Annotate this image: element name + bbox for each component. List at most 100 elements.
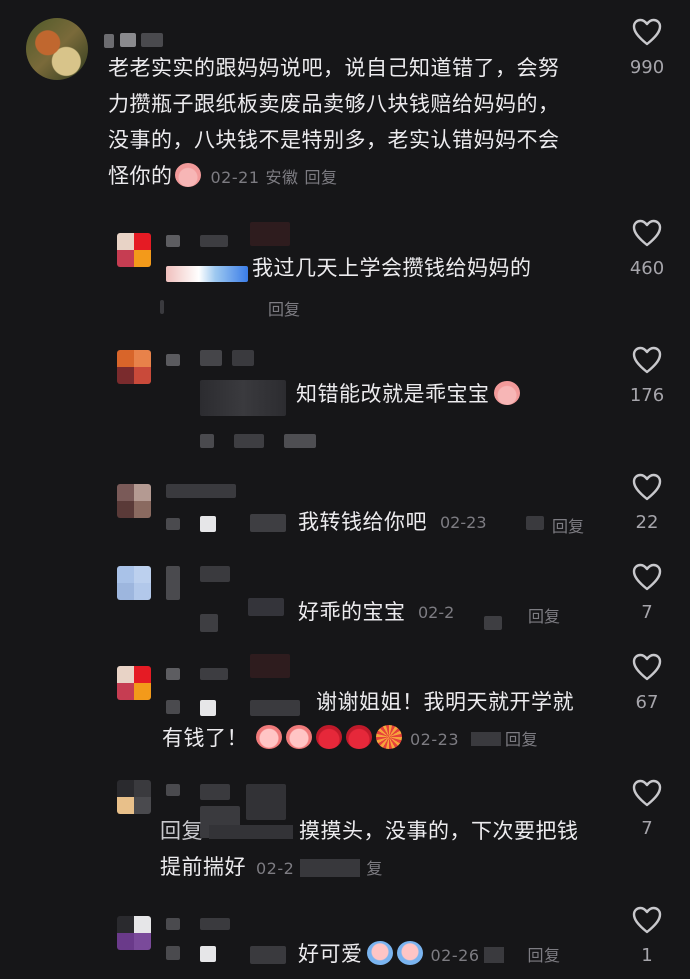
username-redacted [166,918,180,930]
heart-outline-icon[interactable] [632,346,662,374]
crying-face-emoji [396,941,423,965]
reply-button[interactable]: 复 [366,859,383,878]
like-count: 67 [635,692,659,713]
date-redacted [234,434,264,448]
username-redacted [166,668,180,680]
location-redacted [483,947,504,963]
avatar[interactable] [117,916,151,950]
username-redacted [200,918,230,930]
heart-outline-icon[interactable] [632,906,662,934]
avatar[interactable] [117,566,151,600]
reply-prefix: 回复 [160,819,203,843]
comment-line: 没事的，八块钱不是特别多，老实认错妈妈不会 [108,128,560,152]
like-count: 7 [641,602,653,623]
heart-outline-icon[interactable] [632,779,662,807]
comment-location: 安徽 [265,168,299,187]
comment-line: 摸摸头，没事的，下次要把钱 [299,819,579,843]
firework-emoji [376,725,402,749]
username-redacted [166,235,180,247]
username-redacted [166,946,180,960]
comment-text: 我过几天上学会攒钱给妈妈的 [252,256,532,280]
date-redacted [200,434,214,448]
heart-outline-icon[interactable] [632,563,662,591]
pig-face-emoji [493,381,520,405]
username-redacted [166,484,236,498]
username-redacted [120,33,136,47]
strawberry-emoji [346,725,372,749]
avatar[interactable] [117,666,151,700]
heart-outline-icon[interactable] [632,653,662,681]
reply-button[interactable]: 回复 [528,603,560,627]
like-count: 22 [635,512,659,533]
comment-text: 提前揣好 02-2 复 [160,849,383,887]
avatar[interactable] [117,233,151,267]
reply-button[interactable]: 回复 [528,946,561,965]
username-redacted [248,598,284,616]
username-redacted [250,222,290,246]
username-redacted [250,946,286,964]
heart-outline-icon[interactable] [632,473,662,501]
like-count: 176 [629,385,665,406]
comment-line: 知错能改就是乖宝宝 [296,382,490,406]
username-redacted [200,946,216,962]
reply-button[interactable]: 回复 [305,168,338,187]
reply-button[interactable]: 回复 [505,730,538,749]
avatar[interactable] [117,780,151,814]
crying-face-emoji [286,725,312,749]
username-redacted [250,700,300,716]
username-redacted [166,354,180,366]
comment-line: 力攒瓶子跟纸板卖废品卖够八块钱赔给妈妈的， [108,92,560,116]
username-redacted [250,654,290,678]
like-count: 990 [629,57,665,78]
comment-date: 02-2 [256,859,295,878]
like-count: 460 [629,258,665,279]
reply-button[interactable]: 回复 [552,513,584,537]
username-redacted [200,614,218,632]
comment-line: 提前揣好 [160,855,246,879]
comment-text: 我转钱给你吧 [298,510,427,534]
username-redacted [200,566,230,582]
username-redacted [200,235,228,247]
crying-face-emoji [256,725,282,749]
comment-line: 好可爱 [298,942,363,966]
username-redacted [166,566,180,600]
heart-outline-icon[interactable] [632,18,662,46]
username-redacted [200,516,216,532]
comment-text: 有钱了！ 02-23 回复 [162,720,538,758]
comment-date: 02-23 [410,730,459,749]
comment-text: 老老实实的跟妈妈说吧，说自己知道错了，会努 力攒瓶子跟纸板卖废品卖够八块钱赔给妈… [108,50,608,196]
quoted-text-redacted [166,266,248,282]
location-redacted [471,732,501,746]
like-count: 7 [641,818,653,839]
location-redacted [300,859,361,877]
comment-text: 好可爱 02-26 回复 [298,936,561,974]
comment-line: 怪你的 [108,164,173,188]
comment-line: 有钱了！ [162,726,248,750]
like-count: 1 [641,945,653,966]
avatar[interactable] [117,484,151,518]
username-redacted [166,518,180,530]
heart-outline-icon[interactable] [632,219,662,247]
strawberry-emoji [316,725,342,749]
location-redacted [526,516,544,530]
location-redacted [484,616,502,630]
username-redacted [200,350,222,366]
comment-line: 老老实实的跟妈妈说吧，说自己知道错了，会努 [108,56,560,80]
comment-date: 02-26 [430,946,480,965]
reply-redacted [284,434,316,448]
username-redacted [141,33,163,47]
comment-date: 02-21 [210,168,260,187]
username-redacted [166,784,180,796]
avatar[interactable] [26,18,88,80]
username-redacted [200,700,216,716]
username-redacted [166,700,180,714]
date-redacted [160,300,164,314]
crying-face-emoji [366,941,393,965]
comment-text: 好乖的宝宝 [298,600,406,624]
reply-button[interactable]: 回复 [268,296,300,320]
avatar[interactable] [117,350,151,384]
comment-text: 回复 摸摸头，没事的，下次要把钱 [160,813,579,849]
quoted-user-redacted [209,825,293,839]
username-redacted [250,514,286,532]
comment-date: 02-2 [418,603,455,622]
